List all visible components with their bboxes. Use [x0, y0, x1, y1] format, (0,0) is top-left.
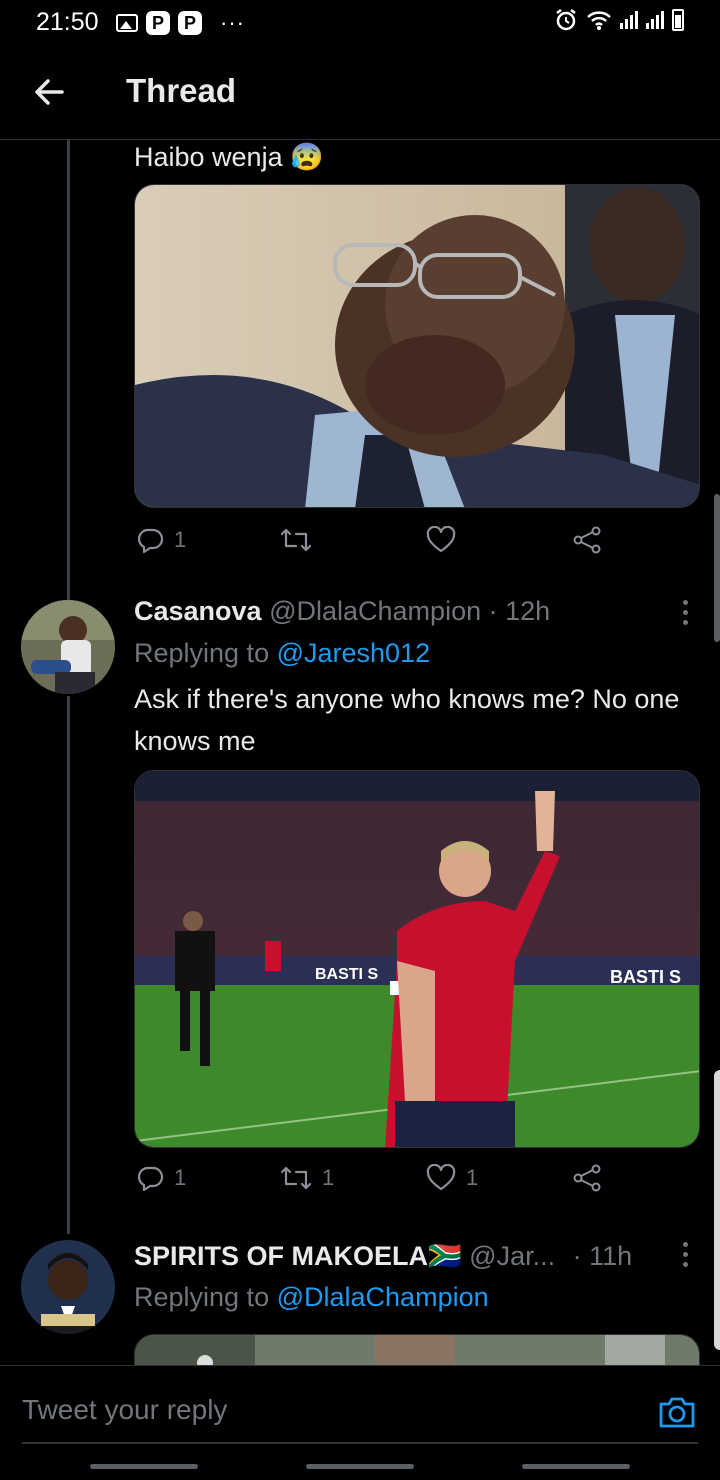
user-handle[interactable]: @Jar...	[469, 1241, 555, 1271]
retweet-button[interactable]: 1	[280, 1164, 334, 1192]
tweet-header: Casanova @DlalaChampion · 12h	[134, 596, 550, 627]
flag-icon: 🇿🇦	[428, 1241, 462, 1271]
notification-p-icon: P	[178, 11, 202, 35]
replying-label: Replying to	[134, 1282, 270, 1312]
replying-to: Replying to @Jaresh012	[134, 638, 430, 669]
edge-panel-handle[interactable]	[714, 1070, 720, 1350]
replying-to: Replying to @DlalaChampion	[134, 1282, 489, 1313]
share-icon	[573, 526, 601, 554]
battery-icon	[672, 9, 684, 31]
camera-icon	[659, 1397, 695, 1428]
like-count: 1	[466, 1165, 479, 1190]
tweet-time: 11h	[589, 1241, 633, 1271]
reply-divider	[22, 1442, 698, 1444]
more-options-button[interactable]	[680, 1242, 690, 1268]
more-notifications-icon: ···	[220, 10, 245, 35]
reply-button[interactable]: 1	[136, 526, 186, 554]
nav-gesture-hint	[90, 1464, 198, 1469]
user-handle[interactable]: @DlalaChampion	[269, 596, 481, 626]
heart-icon	[426, 526, 456, 553]
reply-bar: Tweet your reply	[0, 1365, 720, 1480]
more-options-button[interactable]	[680, 600, 690, 626]
reply-count: 1	[174, 527, 187, 552]
status-bar: 21:50 P P ···	[0, 0, 720, 44]
tweet-actions: 1 1 1	[134, 1164, 700, 1204]
top-bar: Thread	[0, 44, 720, 140]
scrollbar-thumb[interactable]	[714, 494, 720, 642]
notification-p-icon: P	[146, 11, 170, 35]
alarm-icon	[556, 9, 576, 31]
status-time: 21:50	[36, 8, 99, 36]
replying-label: Replying to	[134, 638, 270, 668]
back-arrow-icon	[35, 79, 64, 105]
replying-to-link[interactable]: @DlalaChampion	[277, 1282, 489, 1312]
wifi-icon	[587, 11, 611, 30]
reply-input[interactable]: Tweet your reply	[22, 1394, 227, 1426]
tweet-actions: 1	[134, 526, 700, 566]
avatar[interactable]	[21, 1240, 115, 1334]
back-button[interactable]	[28, 70, 72, 114]
heart-icon	[426, 1164, 456, 1191]
reply-icon	[137, 528, 164, 554]
share-button[interactable]	[572, 1164, 602, 1192]
signal-1-icon	[620, 11, 638, 29]
tweet-text: Ask if there's anyone who knows me? No o…	[134, 684, 680, 756]
separator: ·	[572, 1241, 582, 1271]
retweet-count: 1	[322, 1165, 335, 1190]
tweet-header: SPIRITS OF MAKOELA🇿🇦 @Jar... · 11h	[134, 1240, 654, 1272]
user-name[interactable]: SPIRITS OF MAKOELA	[134, 1241, 428, 1271]
like-button[interactable]: 1	[426, 1164, 478, 1192]
camera-button[interactable]	[658, 1394, 696, 1430]
like-button[interactable]	[426, 526, 466, 554]
tweet-time: 12h	[505, 596, 551, 626]
reply-button[interactable]: 1	[136, 1164, 186, 1192]
separator: ·	[488, 596, 498, 626]
page-title: Thread	[126, 72, 237, 109]
reply-icon	[137, 1166, 164, 1192]
avatar-photo	[21, 600, 115, 694]
nav-gesture-hint	[306, 1464, 414, 1469]
gallery-notification-icon	[116, 14, 138, 32]
nav-gesture-hint	[522, 1464, 630, 1469]
tweet-image[interactable]: BASTI S BASTI S	[134, 770, 700, 1148]
share-icon	[573, 1164, 601, 1192]
retweet-button[interactable]	[280, 526, 322, 554]
replying-to-link[interactable]: @Jaresh012	[277, 638, 431, 668]
avatar[interactable]	[21, 600, 115, 694]
signal-2-icon	[646, 11, 664, 29]
tweet-text: Haibo wenja 😰	[134, 142, 324, 172]
share-button[interactable]	[572, 526, 602, 554]
photo-football-player-waving: BASTI S BASTI S	[135, 771, 699, 1147]
reply-count: 1	[174, 1165, 187, 1190]
photo-man-in-suit	[135, 185, 699, 507]
tweet-image[interactable]	[134, 184, 700, 508]
thread-connector-line	[67, 140, 70, 600]
retweet-icon	[280, 528, 312, 552]
thread-connector-line	[67, 696, 70, 1234]
avatar-photo	[21, 1240, 115, 1334]
user-name[interactable]: Casanova	[134, 596, 262, 626]
retweet-icon	[280, 1166, 312, 1190]
banner-text: BASTI S	[315, 966, 378, 983]
banner-text: BASTI S	[610, 967, 681, 987]
